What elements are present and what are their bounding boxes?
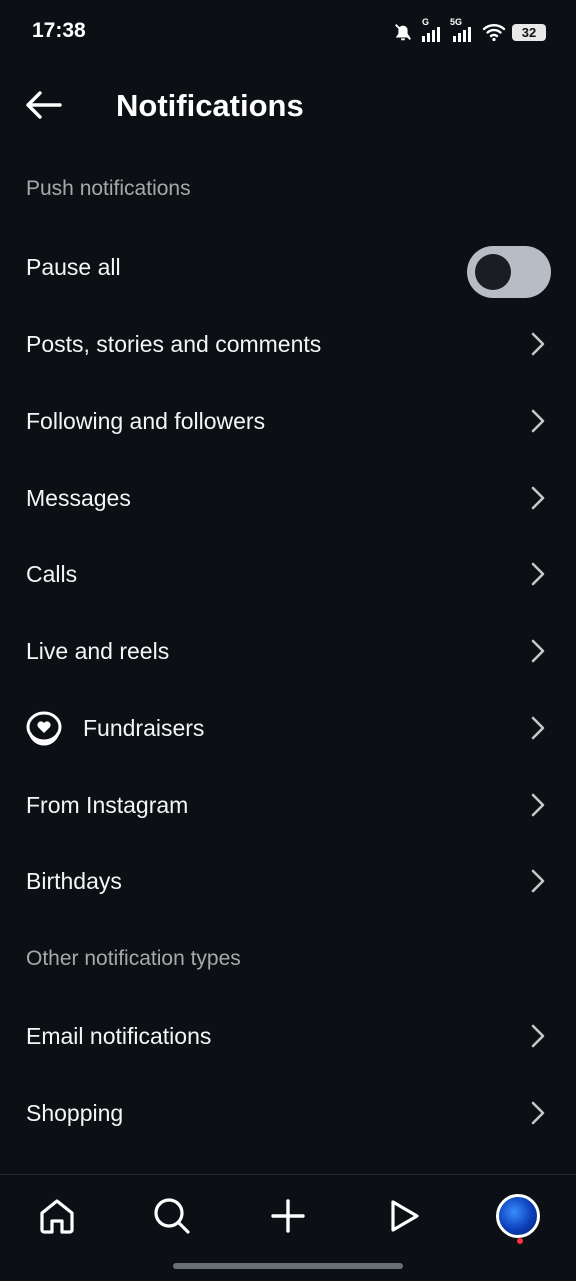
signal-icon: G bbox=[420, 17, 444, 44]
back-button[interactable] bbox=[20, 86, 68, 128]
nav-create-button[interactable] bbox=[258, 1191, 318, 1241]
arrow-left-icon bbox=[24, 90, 64, 125]
row-label: Fundraisers bbox=[83, 714, 205, 741]
row-posts-stories-comments[interactable]: Posts, stories and comments bbox=[0, 308, 576, 380]
row-live-reels[interactable]: Live and reels bbox=[0, 615, 576, 687]
nav-reels-button[interactable] bbox=[373, 1191, 433, 1241]
notification-dot bbox=[517, 1238, 523, 1244]
chevron-right-icon bbox=[531, 716, 545, 740]
chevron-right-icon bbox=[531, 332, 545, 356]
section-header-push: Push notifications bbox=[26, 177, 191, 200]
chevron-right-icon bbox=[531, 639, 545, 663]
row-label: Shopping bbox=[26, 1099, 124, 1126]
chevron-right-icon bbox=[531, 1101, 545, 1125]
header: Notifications bbox=[0, 74, 576, 140]
page-title: Notifications bbox=[116, 88, 304, 123]
chevron-right-icon bbox=[531, 1024, 545, 1048]
profile-avatar bbox=[496, 1194, 540, 1238]
row-shopping[interactable]: Shopping bbox=[0, 1077, 576, 1149]
row-label: Pause all bbox=[26, 253, 121, 280]
pause-all-toggle[interactable] bbox=[467, 246, 551, 298]
status-bar: 17:38 G 5G 32 bbox=[0, 0, 576, 62]
battery-icon: 32 bbox=[512, 23, 546, 41]
nav-home-button[interactable] bbox=[27, 1191, 87, 1241]
home-icon bbox=[40, 1199, 74, 1234]
chevron-right-icon bbox=[531, 562, 545, 586]
wifi-icon bbox=[482, 21, 506, 43]
row-following-followers[interactable]: Following and followers bbox=[0, 385, 576, 457]
row-label: Messages bbox=[26, 484, 131, 511]
row-fundraisers[interactable]: Fundraisers bbox=[0, 692, 576, 764]
row-label: From Instagram bbox=[26, 791, 189, 818]
section-header-other: Other notification types bbox=[26, 947, 241, 970]
chevron-right-icon bbox=[531, 486, 545, 510]
row-label: Following and followers bbox=[26, 407, 266, 434]
row-calls[interactable]: Calls bbox=[0, 538, 576, 610]
row-from-instagram[interactable]: From Instagram bbox=[0, 769, 576, 841]
status-icons: G 5G 32 bbox=[392, 17, 546, 45]
row-label: Birthdays bbox=[26, 867, 122, 894]
row-pause-all: Pause all bbox=[0, 231, 576, 303]
status-time: 17:38 bbox=[32, 19, 86, 42]
mute-bell-icon bbox=[392, 21, 414, 43]
chevron-right-icon bbox=[531, 409, 545, 433]
row-label: Email notifications bbox=[26, 1022, 212, 1049]
nav-profile-button[interactable] bbox=[488, 1191, 548, 1241]
search-icon bbox=[154, 1198, 190, 1234]
chevron-right-icon bbox=[531, 869, 545, 893]
row-messages[interactable]: Messages bbox=[0, 462, 576, 534]
nav-search-button[interactable] bbox=[142, 1191, 202, 1241]
home-indicator[interactable] bbox=[173, 1263, 403, 1269]
row-label: Posts, stories and comments bbox=[26, 330, 322, 357]
signal-5g-icon: 5G bbox=[450, 17, 476, 44]
chevron-right-icon bbox=[531, 793, 545, 817]
row-label: Calls bbox=[26, 560, 78, 587]
row-label: Live and reels bbox=[26, 637, 170, 664]
fundraiser-heart-icon bbox=[26, 711, 62, 746]
toggle-knob bbox=[475, 254, 511, 290]
row-birthdays[interactable]: Birthdays bbox=[0, 845, 576, 917]
reels-play-icon bbox=[391, 1200, 419, 1232]
row-email-notifications[interactable]: Email notifications bbox=[0, 1000, 576, 1072]
create-plus-icon bbox=[271, 1199, 305, 1233]
